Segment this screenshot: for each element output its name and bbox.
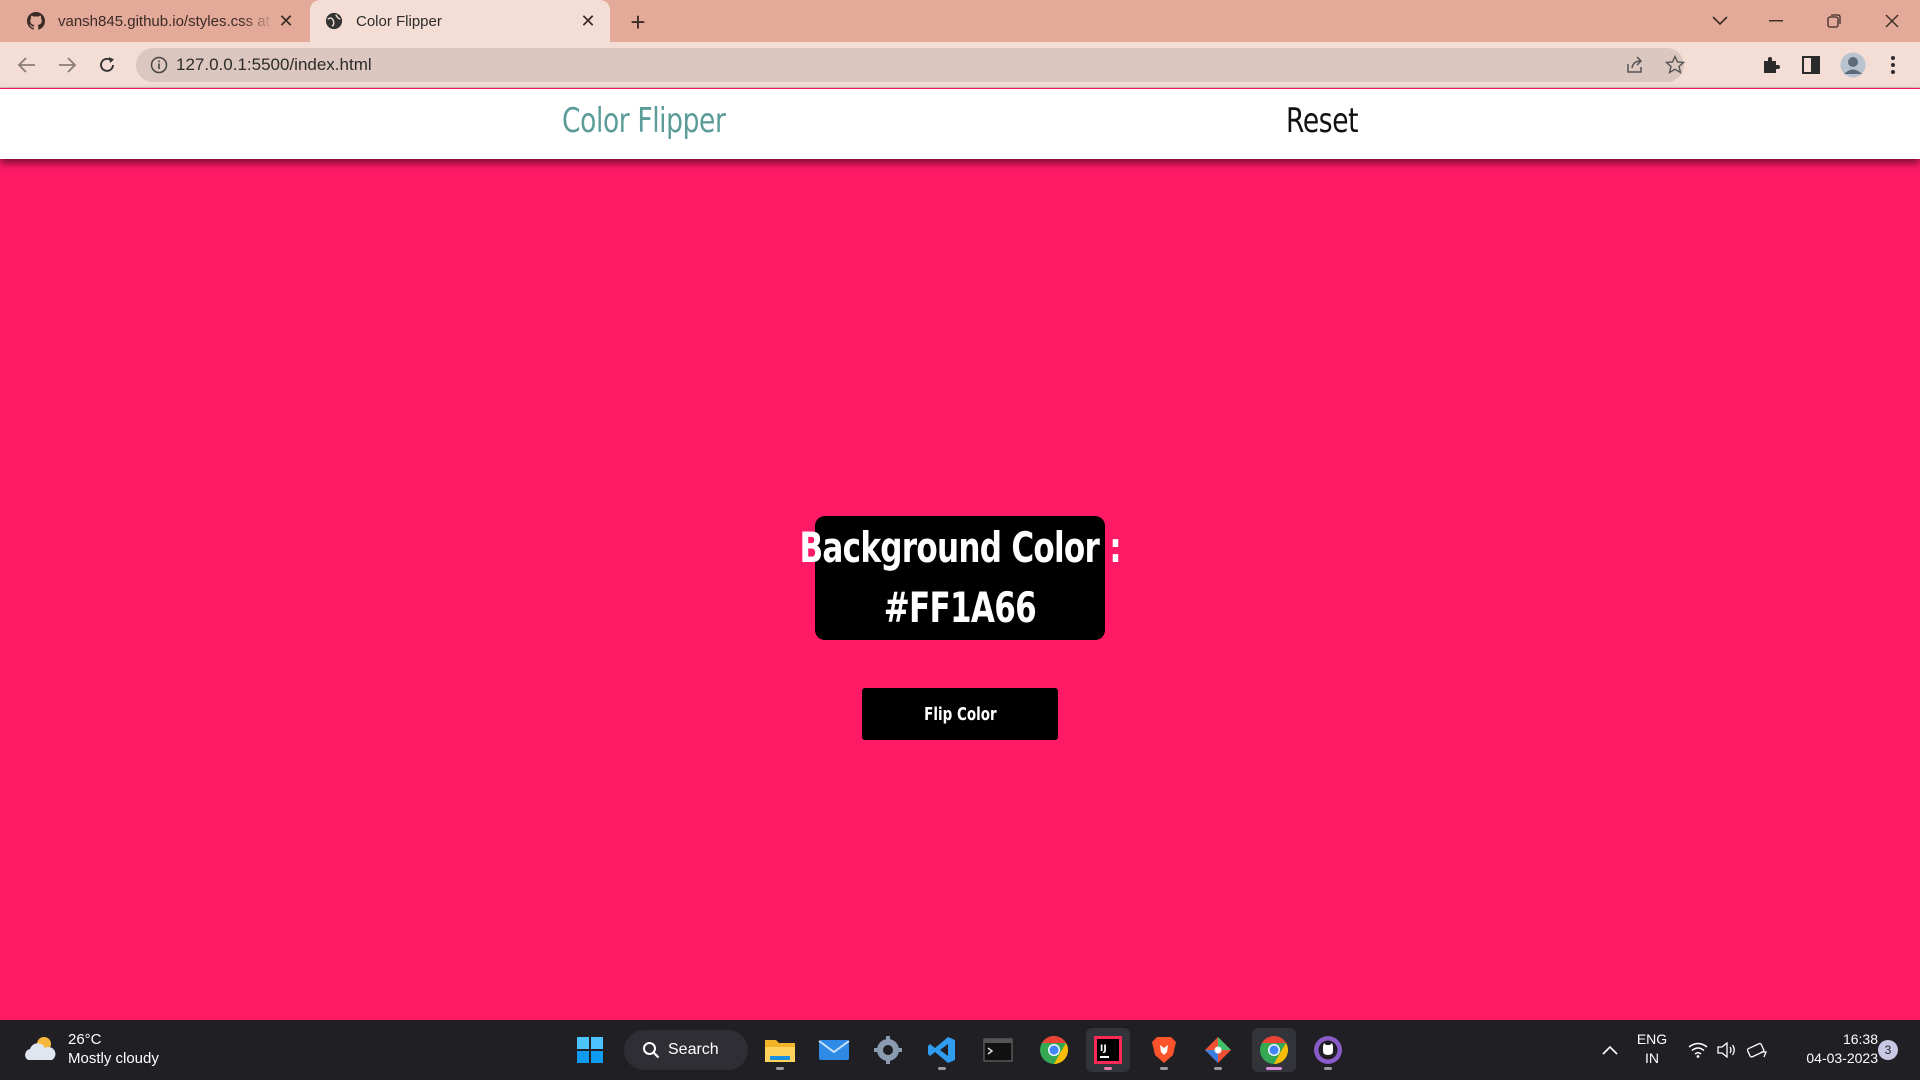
close-window-button[interactable]	[1864, 0, 1920, 42]
notification-count-badge[interactable]: 3	[1878, 1040, 1898, 1060]
new-tab-button[interactable]: +	[624, 7, 652, 37]
nav-reset-link[interactable]: Reset	[1286, 101, 1359, 141]
profile-avatar-icon[interactable]	[1840, 52, 1866, 78]
back-button[interactable]	[12, 50, 42, 80]
tab-github-styles[interactable]: vansh845.github.io/styles.css at m ✕	[12, 0, 308, 42]
background-color-display: Background Color : #FF1A66	[799, 516, 1121, 640]
file-explorer-icon[interactable]	[758, 1028, 802, 1072]
flip-color-button[interactable]: Flip Color	[862, 688, 1058, 740]
svg-text:IJ: IJ	[1100, 1044, 1107, 1054]
start-button[interactable]	[568, 1028, 612, 1072]
page-navbar: Color Flipper Reset	[0, 89, 1920, 159]
close-tab-icon[interactable]: ✕	[274, 9, 298, 33]
wifi-icon[interactable]	[1684, 1020, 1712, 1080]
share-icon[interactable]	[1624, 56, 1646, 74]
mail-app-icon[interactable]	[812, 1028, 856, 1072]
site-info-icon[interactable]	[150, 56, 168, 74]
chrome-menu-icon[interactable]	[1880, 52, 1906, 78]
running-indicator	[776, 1067, 784, 1070]
tab-search-chevron-icon[interactable]	[1692, 0, 1748, 42]
nav-color-flipper-link[interactable]: Color Flipper	[562, 101, 726, 141]
background-color-label: Background Color :	[799, 523, 1121, 572]
language-code: ENG	[1636, 1031, 1668, 1047]
battery-charging-icon[interactable]	[1744, 1020, 1772, 1080]
tab-title: vansh845.github.io/styles.css at m	[58, 12, 274, 30]
reload-button[interactable]	[92, 50, 122, 80]
settings-gear-icon[interactable]	[866, 1028, 910, 1072]
flip-color-label: Flip Color	[923, 703, 997, 725]
forward-button[interactable]	[52, 50, 82, 80]
volume-icon[interactable]	[1714, 1020, 1740, 1080]
cloudy-weather-icon	[22, 1033, 58, 1065]
search-label: Search	[668, 1041, 719, 1058]
input-language-indicator[interactable]: ENG IN	[1632, 1030, 1672, 1068]
running-indicator	[1160, 1067, 1168, 1070]
address-bar[interactable]: 127.0.0.1:5500/index.html	[136, 48, 1686, 82]
taskbar-search-button[interactable]: Search	[624, 1030, 748, 1070]
taskbar-clock[interactable]: 16:38 04-03-2023	[1782, 1030, 1878, 1068]
side-panel-icon[interactable]	[1798, 52, 1824, 78]
address-text: 127.0.0.1:5500/index.html	[176, 55, 372, 74]
windows-taskbar: 26°C Mostly cloudy Search IJ ENG IN 16:3…	[0, 1020, 1920, 1080]
intellij-idea-icon[interactable]: IJ	[1086, 1028, 1130, 1072]
background-color-value: #FF1A66	[883, 583, 1037, 632]
close-tab-icon[interactable]: ✕	[576, 9, 600, 33]
running-indicator	[1214, 1067, 1222, 1070]
chrome-active-window-icon[interactable]	[1252, 1028, 1296, 1072]
clock-time: 16:38	[1842, 1031, 1878, 1047]
browser-toolbar: 127.0.0.1:5500/index.html	[0, 42, 1920, 88]
clock-date: 04-03-2023	[1806, 1050, 1878, 1066]
running-indicator	[938, 1067, 946, 1070]
bookmark-star-icon[interactable]	[1664, 55, 1686, 74]
terminal-icon[interactable]	[976, 1028, 1020, 1072]
show-hidden-icons-chevron-icon[interactable]	[1594, 1020, 1626, 1080]
vscode-icon[interactable]	[920, 1028, 964, 1072]
tab-color-flipper[interactable]: Color Flipper ✕	[310, 0, 610, 42]
github-desktop-icon[interactable]	[1306, 1028, 1350, 1072]
tab-title: Color Flipper	[356, 12, 442, 30]
weather-widget[interactable]: 26°C Mostly cloudy	[22, 1030, 159, 1068]
search-icon	[643, 1042, 660, 1059]
browser-tabstrip: vansh845.github.io/styles.css at m ✕ Col…	[0, 0, 1920, 42]
chrome-icon[interactable]	[1032, 1028, 1076, 1072]
weather-condition: Mostly cloudy	[68, 1050, 159, 1067]
running-indicator	[1104, 1067, 1112, 1070]
running-indicator	[1266, 1067, 1282, 1070]
minimize-button[interactable]	[1748, 0, 1804, 42]
brave-browser-icon[interactable]	[1142, 1028, 1186, 1072]
running-indicator	[1324, 1067, 1332, 1070]
weather-temperature: 26°C	[68, 1031, 102, 1048]
extensions-puzzle-icon[interactable]	[1758, 52, 1784, 78]
restore-button[interactable]	[1806, 0, 1862, 42]
globe-icon	[324, 11, 344, 31]
git-tool-icon[interactable]	[1196, 1028, 1240, 1072]
github-icon	[26, 11, 46, 31]
language-region: IN	[1645, 1050, 1659, 1066]
